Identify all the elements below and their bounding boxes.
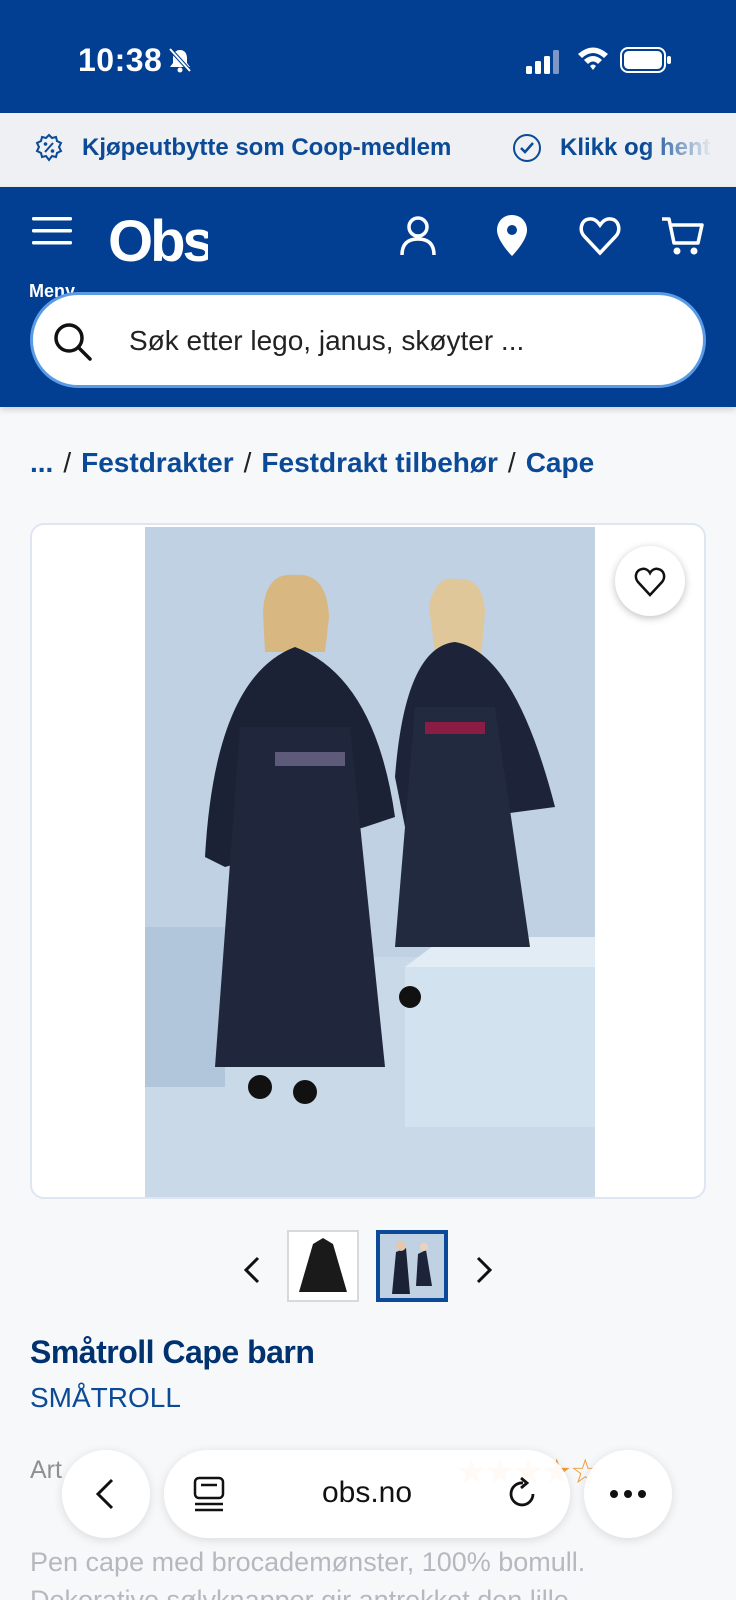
chevron-right-icon[interactable] [470, 1254, 498, 1286]
thumbnail-cape[interactable] [287, 1230, 359, 1302]
thumbnail-image [289, 1232, 357, 1300]
bell-muted-icon [168, 47, 192, 73]
image-carousel [0, 1230, 736, 1306]
breadcrumb-separator: / [63, 447, 72, 478]
breadcrumb-separator: / [243, 447, 252, 478]
obs-logo[interactable]: Obs [108, 213, 208, 269]
battery-icon [620, 47, 671, 73]
heart-icon[interactable] [578, 213, 622, 257]
more-dots-icon [610, 1490, 646, 1498]
product-photo[interactable] [145, 527, 595, 1197]
favorite-button[interactable] [615, 546, 685, 616]
breadcrumb-separator: / [507, 447, 516, 478]
promo-strip: Kjøpeutbytte som Coop-medlem Klikk og he… [0, 113, 736, 187]
product-image-card [30, 523, 706, 1199]
discount-badge-icon [35, 133, 63, 162]
menu-button[interactable]: Meny [26, 215, 78, 301]
hamburger-icon [32, 217, 72, 245]
browser-address-bar[interactable]: obs.no [164, 1450, 570, 1538]
site-header: Meny Obs [0, 187, 736, 407]
promo-text: Kjøpeutbytte som Coop-medlem [82, 134, 452, 161]
location-pin-icon[interactable] [490, 213, 534, 257]
search-bar[interactable] [30, 292, 706, 388]
browser-more-button[interactable] [584, 1450, 672, 1538]
browser-toolbar: obs.no [0, 1440, 736, 1560]
promo-fade [646, 113, 736, 187]
breadcrumb-cape[interactable]: Cape [526, 447, 594, 479]
status-bar: 10:38 [0, 0, 736, 113]
product-brand-link[interactable]: SMÅTROLL [30, 1382, 181, 1414]
product-title: Småtroll Cape barn [30, 1334, 315, 1370]
search-input[interactable] [129, 319, 669, 363]
svg-text:Obs: Obs [108, 213, 208, 269]
wifi-icon [578, 47, 608, 70]
chevron-left-icon [95, 1478, 114, 1510]
cart-icon[interactable] [660, 213, 704, 257]
search-icon [54, 323, 92, 361]
thumbnail-models[interactable] [376, 1230, 448, 1302]
cell-signal-icon [526, 50, 559, 74]
breadcrumb: ... / Festdrakter / Festdrakt tilbehør /… [30, 447, 594, 479]
reload-icon[interactable] [506, 1476, 540, 1512]
user-icon[interactable] [396, 213, 440, 257]
promo-coop-dividend[interactable]: Kjøpeutbytte som Coop-medlem [34, 133, 451, 163]
check-circle-icon [513, 134, 541, 162]
thumbnail-image [380, 1234, 444, 1298]
breadcrumb-ellipsis[interactable]: ... [30, 447, 53, 479]
breadcrumb-festdrakt-tilbehor[interactable]: Festdrakt tilbehør [261, 447, 497, 479]
breadcrumb-festdrakter[interactable]: Festdrakter [81, 447, 234, 479]
chevron-left-icon[interactable] [238, 1254, 266, 1286]
clock: 10:38 [78, 42, 163, 78]
browser-back-button[interactable] [62, 1450, 150, 1538]
heart-icon [634, 567, 666, 597]
